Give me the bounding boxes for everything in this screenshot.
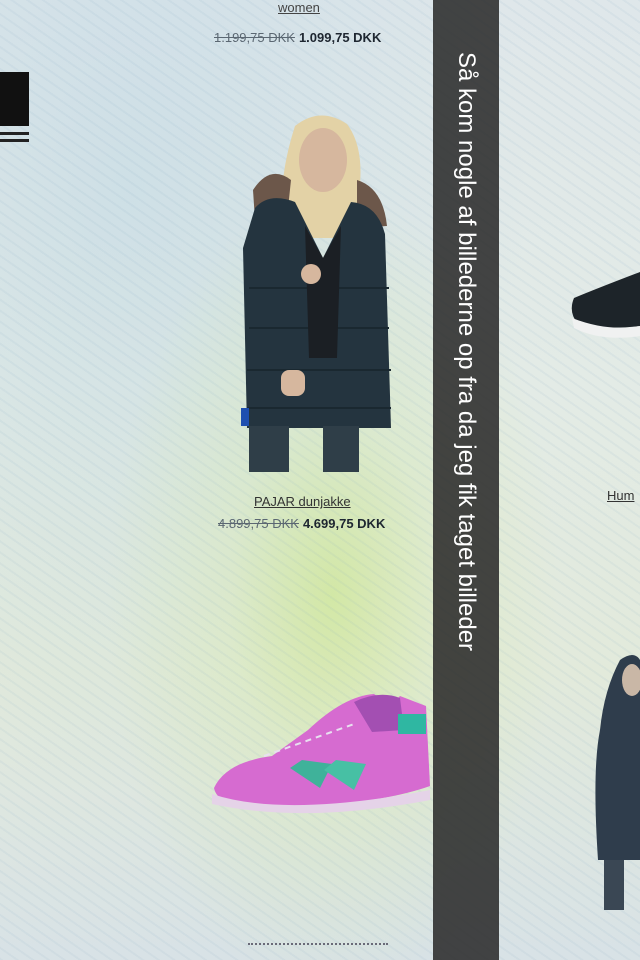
jacket-photo[interactable]	[225, 108, 400, 474]
women-category-link[interactable]: women	[278, 0, 320, 15]
sneaker-product-link[interactable]	[248, 935, 388, 945]
caption-bar: Så kom nogle af billederne op fra da jeg…	[433, 0, 499, 960]
jacket-product-price: 4.899,75 DKK 4.699,75 DKK	[218, 516, 385, 531]
hummel-product-link[interactable]: Hum	[607, 488, 634, 503]
partial-jacket-photo[interactable]	[590, 650, 640, 910]
caption-text: Så kom nogle af billederne op fra da jeg…	[453, 52, 480, 652]
jacket-price-old: 4.899,75 DKK	[218, 516, 299, 531]
top-price-old: 1.199,75 DKK	[214, 30, 295, 45]
pajar-product-link[interactable]: PAJAR dunjakke	[254, 494, 351, 509]
top-price-new: 1.099,75 DKK	[298, 30, 382, 45]
sneaker-photo[interactable]	[204, 690, 434, 822]
dark-shoe-photo[interactable]	[568, 266, 640, 342]
top-product-price: 1.199,75 DKK 1.099,75 DKK	[214, 30, 381, 45]
stacked-product-icon	[0, 72, 30, 146]
jacket-price-new: 4.699,75 DKK	[302, 516, 386, 531]
